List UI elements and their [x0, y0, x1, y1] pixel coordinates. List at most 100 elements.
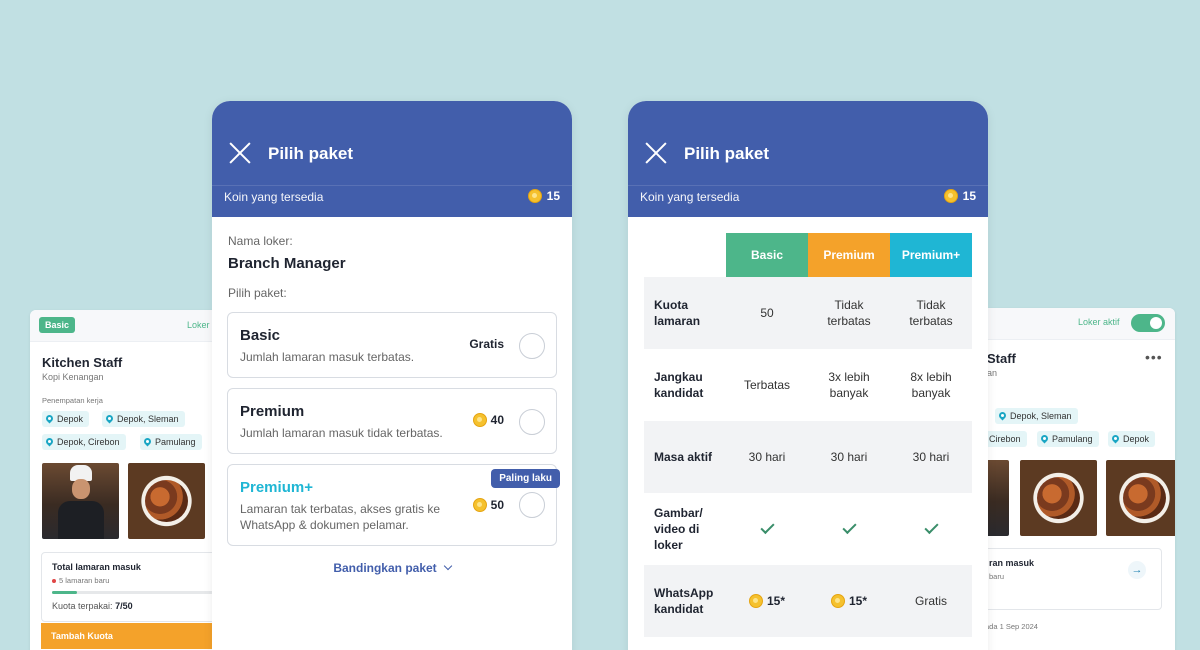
- job-card-right[interactable]: Loker aktif Staff an ••• Depok, Sleman C…: [970, 308, 1175, 650]
- package-picker-modal: Pilih paket Koin yang tersedia 15 Nama l…: [212, 101, 572, 650]
- table-row: Masa aktif 30 hari 30 hari 30 hari: [644, 421, 972, 493]
- date-text: ada 1 Sep 2024: [985, 622, 1038, 631]
- stats-title: Total lamaran masuk: [52, 562, 141, 572]
- table-row: Gambar/video di loker: [644, 493, 972, 565]
- package-badge: Basic: [39, 317, 76, 333]
- coin-label: Koin yang tersedia: [224, 190, 324, 204]
- package-name: Premium: [240, 403, 305, 420]
- row-label: Masa aktif: [654, 450, 713, 464]
- column-header-premium-plus: Premium+: [890, 233, 972, 277]
- package-label: Pilih paket:: [228, 286, 287, 300]
- close-icon[interactable]: [644, 141, 668, 165]
- package-desc: Jumlah lamaran masuk terbatas.: [240, 350, 415, 364]
- food-photo[interactable]: [1020, 460, 1097, 536]
- company-name: Kopi Kenangan: [42, 372, 104, 382]
- coin-icon: [830, 594, 845, 608]
- location-pin-icon: [1112, 435, 1119, 444]
- package-desc: Jumlah lamaran masuk tidak terbatas.: [240, 426, 443, 440]
- location-chip: Pamulang: [140, 434, 202, 450]
- location-pin-icon: [1041, 435, 1048, 444]
- package-radio[interactable]: [519, 409, 545, 435]
- coin-balance-bar: Koin yang tersedia 15: [212, 185, 572, 217]
- applicants-stats-box[interactable]: Total lamaran masuk 5 lamaran baru Kuota…: [41, 552, 230, 622]
- table-row: WhatsApp kandidat 15* 15* Gratis: [644, 565, 972, 637]
- company-name: an: [987, 368, 998, 378]
- check-icon: [808, 519, 890, 535]
- chef-photo[interactable]: [42, 463, 119, 539]
- cell-premium-plus: 30 hari: [912, 450, 950, 464]
- location-pin-icon: [144, 438, 151, 447]
- row-label: Jangkau kandidat: [654, 370, 704, 400]
- chevron-down-icon: [443, 561, 452, 571]
- job-title: Kitchen Staff: [42, 355, 123, 370]
- applicants-stats-box[interactable]: ran masuk baru →: [970, 548, 1162, 610]
- row-label: Kuota lamaran: [654, 298, 701, 328]
- coin-balance-bar: Koin yang tersedia 15: [628, 185, 988, 217]
- active-toggle[interactable]: [1131, 314, 1165, 332]
- coin-icon: [472, 413, 487, 427]
- close-icon[interactable]: [228, 141, 252, 165]
- coin-icon: [527, 189, 542, 203]
- add-quota-button[interactable]: Tambah Kuota: [41, 623, 230, 649]
- locations-label: Penempatan kerja: [42, 396, 103, 405]
- package-compare-modal: Pilih paket Koin yang tersedia 15 Basic …: [628, 101, 988, 650]
- package-radio[interactable]: [519, 492, 545, 518]
- cell-basic: 15*: [726, 593, 808, 609]
- coin-icon: [748, 594, 763, 608]
- modal-header: Pilih paket Koin yang tersedia 15: [628, 101, 988, 217]
- cell-premium-plus: 8x lebih banyak: [910, 370, 952, 400]
- quota-progress-bar: [52, 591, 230, 594]
- cell-premium: 15*: [808, 593, 890, 609]
- modal-title: Pilih paket: [684, 144, 770, 163]
- cell-premium: 3x lebih banyak: [828, 370, 870, 400]
- location-chip: Depok: [42, 411, 90, 427]
- location-chip: Depok, Cirebon: [42, 434, 126, 450]
- cell-premium-plus: Tidak terbatas: [909, 298, 953, 328]
- location-chip: Depok, Sleman: [995, 408, 1078, 424]
- food-photo[interactable]: [128, 463, 205, 539]
- compare-packages-link[interactable]: Bandingkan paket: [212, 561, 572, 575]
- package-option-premium-plus[interactable]: Premium+ Lamaran tak terbatas, akses gra…: [227, 464, 560, 546]
- column-header-basic: Basic: [726, 233, 808, 277]
- check-icon: [890, 519, 972, 535]
- location-chip: Depok: [1108, 431, 1156, 447]
- more-options-icon[interactable]: •••: [1145, 349, 1163, 365]
- cell-basic: 30 hari: [748, 450, 786, 464]
- job-status-label: Loker: [187, 320, 210, 330]
- quota-used: Kuota terpakai: 7/50: [52, 601, 133, 611]
- arrow-right-icon[interactable]: →: [1128, 561, 1146, 579]
- new-applicants: baru: [989, 572, 1005, 581]
- package-name: Basic: [240, 327, 281, 344]
- coin-label: Koin yang tersedia: [640, 190, 740, 204]
- package-radio[interactable]: [519, 333, 545, 359]
- location-pin-icon: [999, 412, 1006, 421]
- modal-title: Pilih paket: [268, 144, 354, 163]
- job-status-label: Loker aktif: [1078, 317, 1120, 327]
- cell-premium: 30 hari: [830, 450, 868, 464]
- modal-header: Pilih paket Koin yang tersedia 15: [212, 101, 572, 217]
- new-applicants: 5 lamaran baru: [52, 576, 109, 585]
- food-photo[interactable]: [1106, 460, 1175, 536]
- best-seller-badge: Paling laku: [491, 469, 560, 488]
- check-icon: [726, 519, 808, 535]
- column-header-premium: Premium: [808, 233, 890, 277]
- location-chip: Pamulang: [1037, 431, 1099, 447]
- package-name: Premium+: [240, 479, 313, 496]
- coin-count: 15: [943, 189, 976, 203]
- card-topbar: Basic Loker: [30, 310, 230, 342]
- coin-count: 15: [527, 189, 560, 203]
- job-name-label: Nama loker:: [228, 234, 293, 248]
- package-option-premium[interactable]: Premium Jumlah lamaran masuk tidak terba…: [227, 388, 557, 454]
- cell-basic: 50: [760, 306, 774, 320]
- package-option-basic[interactable]: Basic Jumlah lamaran masuk terbatas. Gra…: [227, 312, 557, 378]
- job-card-left[interactable]: Basic Loker Kitchen Staff Kopi Kenangan …: [30, 310, 230, 650]
- row-label: WhatsApp kandidat: [654, 586, 714, 616]
- location-chip: Depok, Sleman: [102, 411, 185, 427]
- package-price: 40: [472, 413, 504, 427]
- location-pin-icon: [46, 438, 53, 447]
- location-pin-icon: [46, 415, 53, 424]
- coin-icon: [943, 189, 958, 203]
- row-label: Gambar/video di loker: [654, 506, 703, 552]
- coin-icon: [472, 498, 487, 512]
- package-price: 50: [472, 498, 504, 512]
